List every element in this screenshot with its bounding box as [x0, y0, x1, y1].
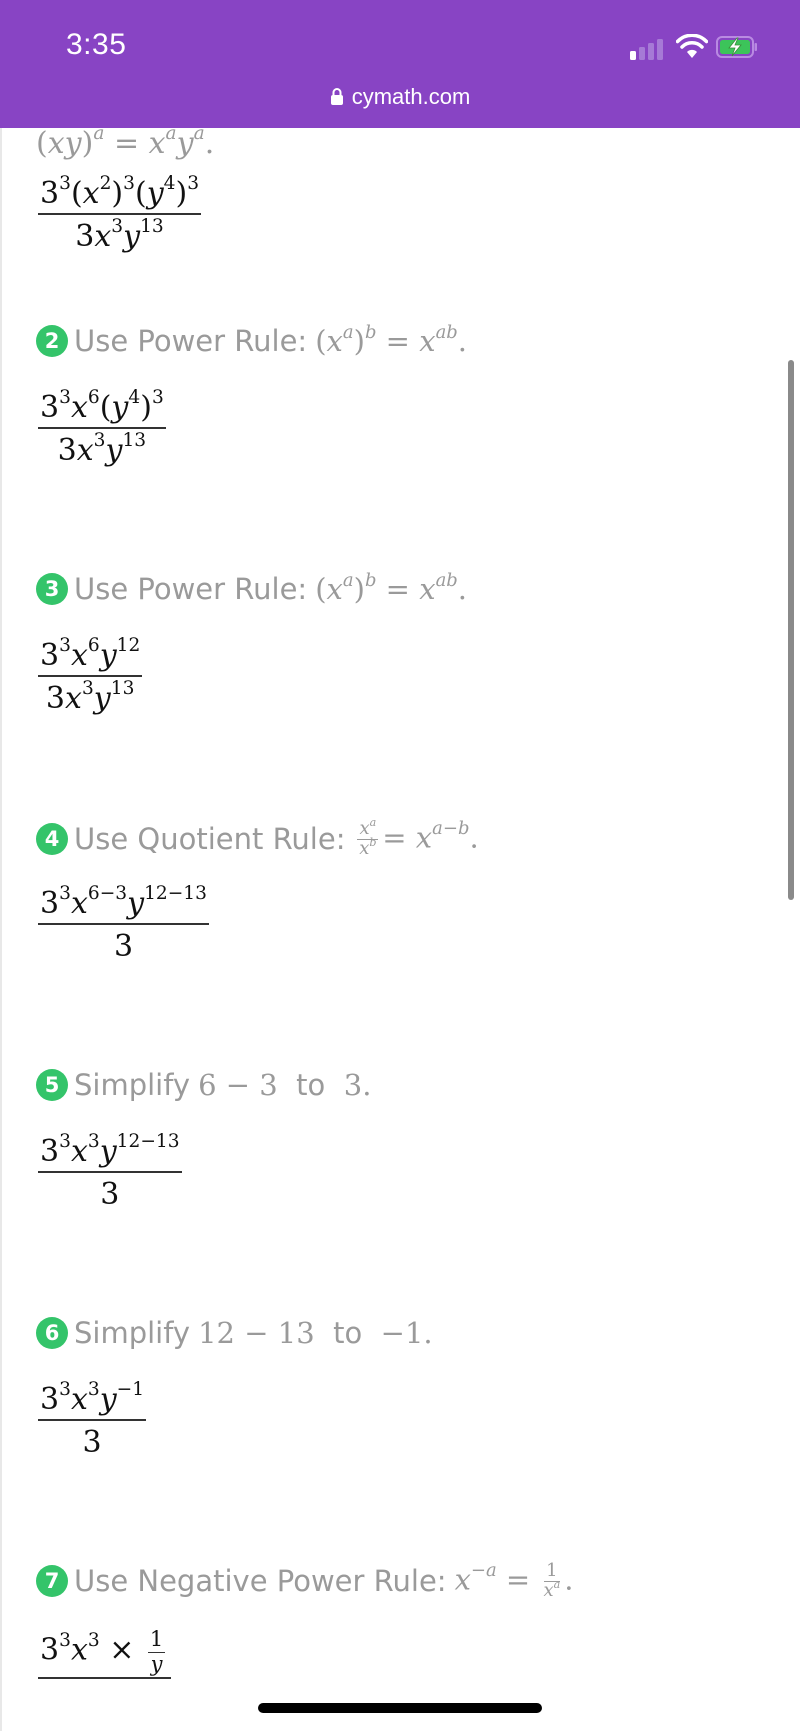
lock-icon [330, 88, 343, 105]
step-4: 4 Use Quotient Rule: xa xb = xa−b. [36, 815, 479, 859]
step-label: Use Quotient Rule: [74, 822, 346, 857]
step-label: Simplify [74, 1068, 191, 1102]
step-label: Simplify [74, 1316, 191, 1350]
power-rule-formula: (xa)b = xab. [315, 569, 467, 606]
step-number-badge: 6 [36, 1317, 68, 1349]
status-time: 3:35 [66, 28, 127, 61]
expression-7: 33x3 × 1y [38, 1628, 172, 1679]
step-3: 3 Use Power Rule: (xa)b = xab. [36, 569, 467, 606]
step-label: Use Power Rule: [74, 572, 308, 606]
scrollbar[interactable] [788, 360, 794, 900]
wifi-icon [676, 34, 708, 58]
step-1-rule-partial: (xy)a = xaya. [36, 128, 215, 161]
expression-6: 33x3y−1 3 [38, 1379, 147, 1460]
battery-charging-icon [716, 36, 757, 58]
quotient-rule-formula: xa xb = xa−b. [357, 815, 479, 859]
step-label: Use Negative Power Rule: [74, 1564, 447, 1599]
expression-2: 33x6(y4)3 3x3y13 [38, 387, 166, 468]
simplify-formula: 12 − 13 to −1. [198, 1316, 433, 1350]
negative-power-rule-formula: x−a = 1 xa. [454, 1559, 574, 1601]
simplify-formula: 6 − 3 to 3. [198, 1068, 372, 1102]
power-rule-formula: (xa)b = xab. [315, 321, 467, 358]
signal-icon [630, 38, 666, 60]
solution-steps: (xy)a = xaya. 33(x2)3(y4)3 3x3y13 2 Use … [0, 128, 800, 1731]
expression-4: 33x6−3y12−13 3 [38, 883, 209, 964]
step-number-badge: 4 [36, 823, 68, 856]
step-number-badge: 2 [36, 325, 68, 357]
step-number-badge: 3 [36, 573, 68, 605]
address-bar[interactable]: cymath.com [0, 84, 800, 110]
home-indicator[interactable] [258, 1703, 542, 1713]
expression-5: 33x3y12−13 3 [38, 1131, 182, 1212]
expression-3: 33x6y12 3x3y13 [38, 635, 143, 716]
expression-1: 33(x2)3(y4)3 3x3y13 [38, 173, 202, 254]
step-6: 6 Simplify 12 − 13 to −1. [36, 1316, 433, 1350]
browser-header: 3:35 cymath.com [0, 0, 800, 128]
url-text: cymath.com [351, 84, 471, 109]
step-5: 5 Simplify 6 − 3 to 3. [36, 1068, 371, 1102]
step-number-badge: 7 [36, 1565, 68, 1598]
step-number-badge: 5 [36, 1069, 68, 1101]
step-2: 2 Use Power Rule: (xa)b = xab. [36, 321, 467, 358]
step-7: 7 Use Negative Power Rule: x−a = 1 xa. [36, 1559, 574, 1601]
step-label: Use Power Rule: [74, 324, 308, 358]
